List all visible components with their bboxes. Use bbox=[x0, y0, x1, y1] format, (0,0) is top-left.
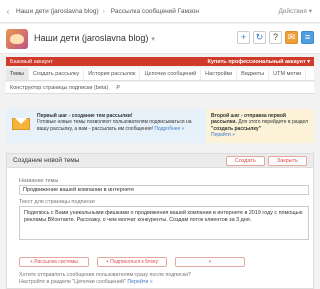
envelope-icon bbox=[11, 113, 31, 133]
topic-name-label: Название темы bbox=[19, 178, 59, 184]
main-tabs: Темы Создать рассылку История рассылок Ц… bbox=[6, 68, 314, 81]
tab-more[interactable]: Р bbox=[112, 82, 124, 94]
header-tools: + ↻ ? ✉ ≡ bbox=[237, 31, 314, 44]
onboarding-tips: Первый шаг - создание тем рассылки! Гото… bbox=[6, 109, 314, 143]
breadcrumb-community[interactable]: Наши дети (jaroslavna blog) bbox=[16, 8, 99, 15]
community-title: Наши дети (jaroslavna blog) bbox=[34, 33, 149, 43]
add-subscribe-block-button[interactable]: + Подписаться к блоку bbox=[97, 257, 167, 267]
create-topic-form: Создание новой темы Создать Закрыть Назв… bbox=[6, 153, 314, 289]
tip-first-link[interactable]: Подробнее » bbox=[154, 126, 184, 132]
create-button[interactable]: Создать bbox=[225, 155, 265, 166]
community-avatar bbox=[6, 29, 28, 49]
form-title: Создание новой темы bbox=[13, 157, 80, 164]
tab-utm[interactable]: UTM метки bbox=[269, 68, 307, 80]
add-icon[interactable]: + bbox=[237, 31, 250, 44]
tip-second-step: Второй шаг - отправка первой рассылки. Д… bbox=[206, 109, 314, 143]
tab-message-chains[interactable]: Цепочки сообщений bbox=[140, 68, 202, 80]
account-plan-label: Базовый аккаунт bbox=[10, 58, 53, 65]
breadcrumb-separator: › bbox=[102, 7, 105, 15]
tip-second-text: Второй шаг - отправка первой рассылки. Д… bbox=[211, 113, 309, 139]
tab-settings[interactable]: Настройки bbox=[201, 68, 238, 80]
topic-name-input[interactable]: Продвижение вашей компании в интернете bbox=[19, 185, 309, 195]
account-plan-bar: Базовый аккаунт Купить профессиональный … bbox=[6, 57, 314, 66]
help-icon[interactable]: ? bbox=[269, 31, 282, 44]
tab-create-mailing[interactable]: Создать рассылку bbox=[29, 68, 85, 80]
form-actions: Создать Закрыть bbox=[225, 155, 307, 166]
menu-icon[interactable]: ≡ bbox=[301, 31, 314, 44]
form-header: Создание новой темы Создать Закрыть bbox=[7, 154, 313, 168]
tip-second-link[interactable]: Перейти » bbox=[211, 132, 235, 138]
close-button[interactable]: Закрыть bbox=[267, 155, 307, 166]
tab-subscribe-page-builder[interactable]: Конструктор страницы подписки (beta) bbox=[6, 82, 112, 94]
chain-hint-text: Настройте в разделе "Цепочки сообщений" bbox=[19, 279, 126, 285]
add-extra-button[interactable]: + bbox=[175, 257, 245, 267]
tip-second-section: "создать рассылку" bbox=[211, 125, 261, 132]
chain-hint-line2: Настройте в разделе "Цепочки сообщений" … bbox=[19, 279, 153, 285]
tip-second-body: Для этого перейдите в раздел bbox=[238, 119, 309, 126]
tab-topics[interactable]: Темы bbox=[6, 68, 29, 80]
subscribe-text-area[interactable]: Поделюсь с Вами уникальными фишками о пр… bbox=[19, 206, 309, 240]
back-icon[interactable]: ‹ bbox=[2, 7, 14, 16]
chain-hint-line1: Хотите отправлять сообщения пользователя… bbox=[19, 272, 191, 278]
refresh-icon[interactable]: ↻ bbox=[253, 31, 266, 44]
breadcrumb-app: Рассылка сообщений Гамзон bbox=[110, 7, 200, 15]
add-system-mailing-button[interactable]: + Рассылка системы bbox=[19, 257, 89, 267]
tip-first-step: Первый шаг - создание тем рассылки! Гото… bbox=[6, 109, 206, 143]
app-header: Наши дети (jaroslavna blog) ▾ + ↻ ? ✉ ≡ bbox=[0, 24, 320, 54]
tip-first-text: Первый шаг - создание тем рассылки! Гото… bbox=[37, 113, 201, 139]
tip-first-title: Первый шаг - создание тем рассылки! bbox=[37, 113, 133, 119]
page-title: Наши дети (jaroslavna blog) ▾ bbox=[34, 33, 155, 43]
chevron-down-icon[interactable]: ▾ bbox=[151, 36, 155, 43]
tab-widgets[interactable]: Виджеты bbox=[237, 68, 270, 80]
tab-mailing-history[interactable]: История рассылок bbox=[84, 68, 141, 80]
mail-icon[interactable]: ✉ bbox=[285, 31, 298, 44]
actions-menu[interactable]: Действия ▾ bbox=[278, 7, 312, 15]
top-bar: ‹ Наши дети (jaroslavna blog) › Рассылка… bbox=[0, 0, 320, 23]
chain-hint-link[interactable]: Перейти » bbox=[127, 279, 152, 285]
buy-pro-button[interactable]: Купить профессиональный аккаунт ▾ bbox=[207, 59, 310, 65]
subscribe-text-label: Текст для страницы подписки bbox=[19, 199, 95, 205]
secondary-tabs: Конструктор страницы подписки (beta) Р bbox=[6, 82, 314, 94]
